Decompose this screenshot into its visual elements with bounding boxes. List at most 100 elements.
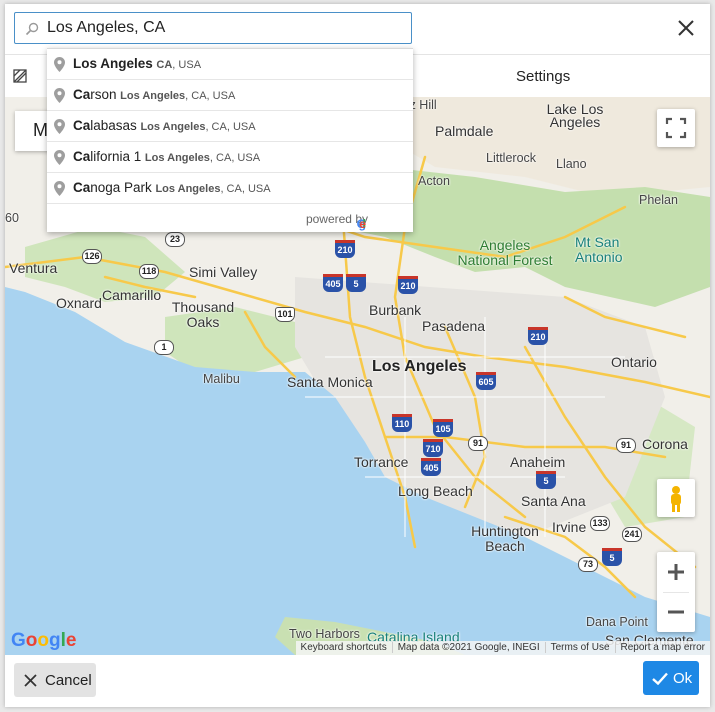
suggestion-secondary: , CA, USA (209, 152, 261, 164)
location-pin-icon (54, 57, 65, 72)
ok-label: Ok (673, 670, 693, 687)
map-label: Pasadena (422, 318, 486, 334)
map-label: Acton (418, 174, 450, 188)
pegman-icon (671, 486, 681, 512)
suggestion-secondary-match: Los Angeles (120, 90, 186, 102)
map-label: Littlerock (486, 151, 537, 165)
map-attribution: Keyboard shortcuts Map data ©2021 Google,… (295, 641, 710, 655)
close-icon (24, 674, 37, 687)
map-data-text: Map data ©2021 Google, INEGI (391, 642, 545, 653)
suggestion-rest: lifornia 1 (90, 149, 142, 164)
suggestion-rest: rson (90, 87, 117, 102)
highway-shield: 101 (275, 307, 295, 322)
google-logo: Google (11, 630, 77, 651)
close-icon[interactable] (676, 18, 696, 38)
map-label: 60 (5, 211, 19, 225)
ok-button[interactable]: Ok (643, 661, 699, 695)
map-label: Simi Valley (189, 264, 258, 280)
suggestion-match: Los Angeles (73, 56, 153, 71)
location-picker-dialog: Settings (5, 4, 710, 707)
highway-shield: 405 (421, 458, 441, 476)
highway-shield: 91 (468, 436, 488, 451)
suggestion-secondary-match: Los Angeles (155, 183, 221, 195)
suggestion-rest: noga Park (90, 180, 152, 195)
suggestion-secondary-match: Los Angeles (144, 152, 210, 164)
map-label: Long Beach (398, 483, 473, 499)
highway-shield: 241 (622, 527, 642, 542)
dialog-footer: Cancel Ok (5, 655, 710, 707)
highway-shield: 91 (616, 438, 636, 453)
suggestion-item[interactable]: Carson Los Angeles, CA, USA (47, 80, 413, 111)
suggestion-match: Ca (73, 149, 91, 164)
map-label: Dana Point (586, 615, 648, 629)
check-icon (652, 672, 668, 685)
location-pin-icon (54, 88, 65, 103)
map-label: Corona (642, 436, 688, 452)
suggestion-secondary: , CA, USA (185, 90, 236, 102)
suggestion-secondary-match: Los Angeles (140, 121, 206, 133)
map-label: Irvine (552, 519, 587, 535)
map-label: Palmdale (435, 123, 494, 139)
highway-shield: 210 (335, 240, 355, 258)
map-label: Ventura (9, 260, 58, 276)
report-error-link[interactable]: Report a map error (614, 642, 710, 653)
map-label: Camarillo (102, 287, 162, 303)
highway-shield: 210 (528, 327, 548, 345)
map-label: Anaheim (510, 454, 566, 470)
map-label: Llano (556, 157, 587, 171)
highway-shield: 5 (602, 548, 622, 566)
highway-shield: 5 (346, 274, 366, 292)
highway-shield: 110 (392, 414, 412, 432)
suggestion-item[interactable]: Los Angeles CA, USA (47, 49, 413, 80)
map-label: Phelan (639, 193, 678, 207)
street-view-pegman[interactable] (657, 479, 695, 517)
fullscreen-button[interactable] (657, 109, 695, 147)
map-label: Thousand Oaks (171, 299, 235, 330)
highway-shield: 105 (433, 419, 453, 437)
map-label: Lake Los Angeles (546, 101, 604, 130)
map-label: Huntington Beach (471, 523, 539, 554)
zoom-out-icon[interactable] (657, 592, 695, 632)
suggestion-item[interactable]: California 1 Los Angeles, CA, USA (47, 142, 413, 173)
suggestion-secondary: , USA (172, 59, 202, 71)
map-tab-icon[interactable] (13, 69, 27, 83)
fullscreen-icon (665, 117, 687, 139)
highway-shield: 710 (423, 439, 443, 457)
highway-shield: 405 (323, 274, 343, 292)
highway-shield: 5 (536, 471, 556, 489)
highway-shield: 73 (578, 557, 598, 572)
map-label: Malibu (203, 372, 240, 386)
autocomplete-dropdown: Los Angeles CA, USA Carson Los Angeles, … (47, 48, 413, 232)
zoom-in-icon[interactable] (657, 552, 695, 592)
map-label: Oxnard (56, 295, 102, 311)
location-pin-icon (54, 119, 65, 134)
cancel-label: Cancel (45, 672, 92, 689)
suggestion-match: Ca (73, 118, 91, 133)
search-input[interactable] (47, 17, 397, 39)
map-label: Ontario (611, 354, 657, 370)
keyboard-shortcuts-link[interactable]: Keyboard shortcuts (296, 642, 392, 653)
search-icon (25, 22, 39, 36)
highway-shield: 118 (139, 264, 159, 279)
map-label: Mt San Antonio (575, 234, 623, 265)
location-pin-icon (54, 150, 65, 165)
highway-shield: 1 (154, 340, 174, 355)
suggestion-rest: labasas (90, 118, 137, 133)
map-label: Two Harbors (289, 627, 360, 641)
map-label: Santa Monica (287, 374, 373, 390)
highway-shield: 126 (82, 249, 102, 264)
search-box[interactable] (14, 12, 412, 44)
map-type-label: M (33, 120, 48, 140)
map-label: Angeles National Forest (457, 237, 553, 268)
suggestion-item[interactable]: Canoga Park Los Angeles, CA, USA (47, 173, 413, 204)
suggestion-item[interactable]: Calabasas Los Angeles, CA, USA (47, 111, 413, 142)
location-pin-icon (54, 181, 65, 196)
cancel-button[interactable]: Cancel (14, 663, 96, 697)
tab-settings[interactable]: Settings (516, 68, 570, 85)
suggestion-secondary: , CA, USA (205, 121, 256, 133)
suggestion-secondary: , CA, USA (220, 183, 271, 195)
terms-link[interactable]: Terms of Use (544, 642, 615, 653)
map-label: Los Angeles (372, 358, 467, 375)
map-label: Torrance (354, 454, 409, 470)
suggestion-match: Ca (73, 87, 91, 102)
